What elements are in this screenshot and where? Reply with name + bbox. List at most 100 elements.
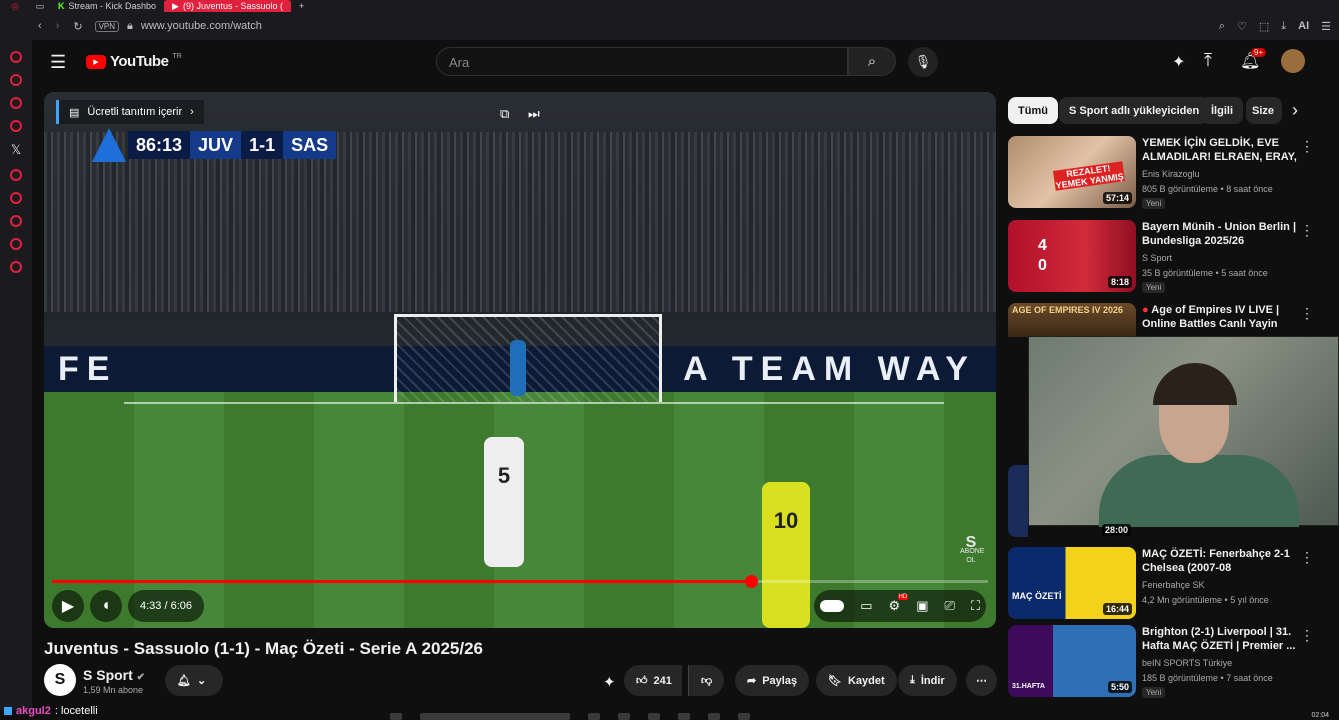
more-vertical-icon[interactable]: ⋮	[1300, 222, 1314, 239]
vpn-badge[interactable]: VPN	[94, 20, 120, 32]
reload-icon[interactable]: ↻	[73, 20, 82, 33]
related-video[interactable]: 31.HAFTA 5:50 Brighton (2-1) Liverpool |…	[1008, 625, 1314, 701]
video-thumbnail[interactable]: AGE OF EMPIRES IV 2026	[1008, 303, 1136, 337]
address-bar: ‹ › ↻ VPN 🔒︎ www.youtube.com/watch ⌕ ♡ ⬚…	[0, 12, 1339, 40]
window-icon[interactable]: ▭	[30, 1, 50, 12]
os-taskbar	[390, 713, 950, 720]
play-button[interactable]: ▶	[52, 590, 84, 622]
player-icon[interactable]	[10, 169, 22, 181]
channel-name[interactable]: S Sport ✔	[83, 667, 145, 683]
sparkle-icon[interactable]: ✦	[603, 673, 616, 691]
taskbar-app-icon[interactable]	[648, 713, 660, 720]
autoplay-toggle[interactable]	[820, 600, 845, 612]
related-video[interactable]: MAÇ ÖZETİ 16:44 MAÇ ÖZETİ: Fenerbahçe 2-…	[1008, 547, 1314, 623]
subscribe-watermark[interactable]: S ABONE OL	[960, 535, 985, 565]
related-video[interactable]: AGE OF EMPIRES IV 2026 ● Age of Empires …	[1008, 303, 1314, 337]
chip-for-you[interactable]: Size	[1246, 97, 1282, 124]
related-channel[interactable]: S Sport	[1142, 253, 1172, 263]
like-button[interactable]: 👍︎ 241	[624, 665, 682, 696]
related-channel[interactable]: beIN SPORTS Türkiye	[1142, 658, 1232, 668]
chip-all[interactable]: Tümü	[1008, 97, 1058, 124]
save-button[interactable]: 🔖︎ Kaydet	[816, 665, 897, 696]
taskbar-app-icon[interactable]	[708, 713, 720, 720]
video-thumbnail[interactable]: MAÇ ÖZETİ 16:44	[1008, 547, 1136, 619]
settings-icon[interactable]	[10, 261, 22, 273]
channel-avatar[interactable]: S	[44, 664, 76, 696]
chip-uploader[interactable]: S Sport adlı yükleyiciden	[1059, 97, 1210, 124]
more-vertical-icon[interactable]: ⋮	[1300, 549, 1314, 566]
url-field[interactable]: www.youtube.com/watch	[141, 20, 262, 32]
taskbar-app-icon[interactable]	[678, 713, 690, 720]
dislike-button[interactable]: 👎︎	[688, 665, 725, 696]
video-thumbnail[interactable]: 31.HAFTA 5:50	[1008, 625, 1136, 697]
duration-badge: 57:14	[1102, 192, 1132, 204]
hamburger-menu-icon[interactable]: ☰	[50, 52, 66, 73]
search-input[interactable]: Ara	[436, 47, 848, 76]
home-team: JUV	[190, 131, 242, 159]
taskbar-app-icon[interactable]	[588, 713, 600, 720]
related-video[interactable]: REZALET! YEMEK YANMIŞ 57:14 YEMEK İÇİN G…	[1008, 136, 1314, 212]
next-video-icon[interactable]: ⏭︎	[528, 106, 540, 122]
create-icon[interactable]: ⤒	[1204, 50, 1212, 71]
theater-mode-icon[interactable]: ▣	[916, 598, 928, 614]
more-vertical-icon[interactable]: ⋮	[1300, 305, 1314, 322]
video-thumbnail[interactable]: 4 0 8:18	[1008, 220, 1136, 292]
download-icon[interactable]: ⤓	[1281, 20, 1286, 33]
pinboard-icon[interactable]	[10, 238, 22, 250]
related-title: Bayern Münih - Union Berlin | Bundesliga…	[1142, 221, 1297, 247]
related-video[interactable]: 4 0 8:18 Bayern Münih - Union Berlin | B…	[1008, 220, 1314, 296]
cast-to-tv-icon[interactable]: ⎚	[944, 598, 954, 614]
chip-related[interactable]: İlgili	[1201, 97, 1243, 124]
paid-promotion-label[interactable]: ▤ Ücretli tanıtım içerir ›	[56, 100, 204, 124]
video-player[interactable]: FE A TEAM WAY 5 10 ▤ Ücretli tanıtım içe…	[44, 92, 996, 628]
download-button[interactable]: ⤓ İndir	[898, 665, 957, 696]
progress-bar[interactable]	[52, 575, 988, 588]
settings-gear-icon[interactable]: ⚙︎ HD	[889, 594, 909, 614]
search-button[interactable]: ⌕	[848, 47, 896, 76]
system-clock: 02:04	[1311, 712, 1329, 719]
volume-button[interactable]: ◖	[90, 590, 122, 622]
ad-board-right-text: A TEAM WAY	[683, 349, 976, 388]
extensions-icon[interactable]: ⬚	[1259, 20, 1269, 33]
voice-search-button[interactable]: 🎙︎	[908, 47, 938, 77]
speed-dial-icon[interactable]	[10, 51, 22, 63]
search-taskbar-icon[interactable]	[420, 713, 570, 720]
cast-icon[interactable]: ✦	[1172, 52, 1185, 72]
messenger-icon[interactable]	[10, 97, 22, 109]
mail-icon[interactable]	[10, 120, 22, 132]
related-channel[interactable]: Enis Kirazoglu	[1142, 169, 1200, 179]
ai-button[interactable]: AI	[1298, 20, 1309, 32]
forward-icon[interactable]: ›	[56, 20, 60, 32]
share-button[interactable]: ➦ Paylaş	[735, 665, 810, 696]
video-thumbnail[interactable]: REZALET! YEMEK YANMIŞ 57:14	[1008, 136, 1136, 208]
tab-youtube[interactable]: ▶ (9) Juventus - Sassuolo (	[164, 0, 291, 12]
start-icon[interactable]	[390, 713, 402, 720]
subscribe-bell-button[interactable]: 🔔︎ ⌄	[165, 665, 223, 696]
x-icon[interactable]: 𝕏	[0, 142, 32, 158]
miniplayer-icon[interactable]: ⧉	[500, 106, 509, 122]
opera-icon[interactable]: ◎	[0, 1, 30, 12]
fullscreen-icon[interactable]: ⛶	[971, 598, 980, 614]
history-icon[interactable]	[10, 215, 22, 227]
workspaces-icon[interactable]	[10, 192, 22, 204]
tab-kick[interactable]: K Stream - Kick Dashbo	[50, 0, 164, 12]
taskbar-app-icon[interactable]	[738, 713, 750, 720]
ai-sidebar-icon[interactable]	[10, 74, 22, 86]
more-actions-button[interactable]: ⋯	[966, 665, 997, 696]
chips-next-icon[interactable]: ›	[1292, 100, 1298, 121]
partial-thumbnail	[1008, 465, 1028, 537]
new-tab-icon[interactable]: +	[291, 1, 312, 11]
more-vertical-icon[interactable]: ⋮	[1300, 138, 1314, 155]
youtube-logo[interactable]: ▶ YouTube TR	[86, 53, 182, 70]
menu-icon[interactable]: ☰	[1321, 20, 1331, 33]
taskbar-app-icon[interactable]	[618, 713, 630, 720]
subtitles-icon[interactable]: ▭	[860, 598, 872, 614]
related-channel[interactable]: Fenerbahçe SK	[1142, 580, 1205, 590]
more-horizontal-icon: ⋯	[976, 675, 987, 687]
bookmark-icon[interactable]: ♡	[1237, 20, 1247, 33]
more-vertical-icon[interactable]: ⋮	[1300, 627, 1314, 644]
back-icon[interactable]: ‹	[38, 20, 42, 32]
zoom-icon[interactable]: ⌕	[1219, 20, 1225, 33]
new-badge: Yeni	[1142, 282, 1166, 293]
avatar[interactable]	[1281, 49, 1305, 73]
